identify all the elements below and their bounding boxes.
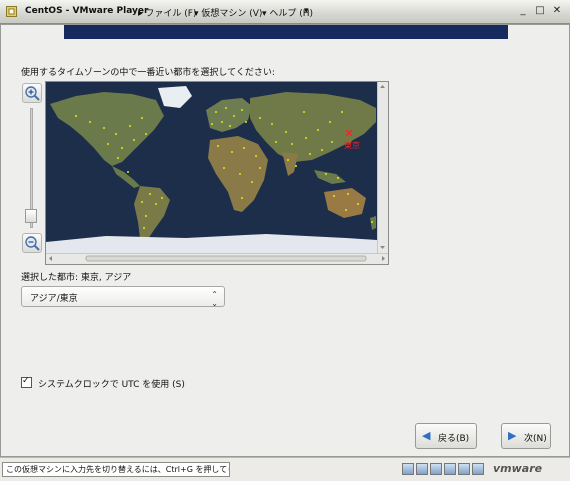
selected-city-label: 選択した都市: 東京, アジア bbox=[21, 273, 132, 283]
maximize-icon[interactable]: □ bbox=[532, 4, 548, 18]
zoom-out-button[interactable] bbox=[22, 233, 42, 253]
vmware-app-icon bbox=[6, 6, 17, 17]
next-button[interactable]: ▶ 次(N) bbox=[501, 423, 551, 449]
zoom-out-icon bbox=[25, 236, 40, 251]
timezone-dropdown[interactable]: アジア/東京 ⌃ ⌄ bbox=[21, 286, 225, 308]
guest-screen[interactable]: 使用するタイムゾーンの中で一番近い都市を選択してください: 東京 選択した都市:… bbox=[0, 24, 570, 457]
timezone-prompt: 使用するタイムゾーンの中で一番近い都市を選択してください: bbox=[21, 68, 275, 78]
network-icon[interactable] bbox=[444, 463, 456, 475]
map-horizontal-scrollbar[interactable] bbox=[46, 253, 388, 264]
timezone-value: アジア/東京 bbox=[30, 294, 78, 304]
arrow-right-icon: ▶ bbox=[508, 429, 517, 442]
map-marker-label: 東京 bbox=[344, 140, 360, 150]
status-message: この仮想マシンに入力先を切り替えるには、Ctrl+G を押してください。 bbox=[2, 462, 230, 477]
zoom-controls bbox=[21, 83, 45, 253]
timezone-map[interactable]: 東京 bbox=[45, 81, 389, 265]
scroll-arrows-icon bbox=[380, 85, 385, 249]
world-map-image[interactable]: 東京 bbox=[46, 82, 377, 253]
menu-file[interactable]: ▸ ファイル (F) bbox=[138, 6, 196, 19]
hard-disk-icon[interactable] bbox=[402, 463, 414, 475]
zoom-in-button[interactable] bbox=[22, 83, 42, 103]
minimize-icon[interactable]: _ bbox=[515, 4, 531, 18]
utc-checkbox-label: システムクロックで UTC を使用 (S) bbox=[38, 380, 185, 390]
utc-checkbox-row[interactable]: ✓ システムクロックで UTC を使用 (S) bbox=[21, 376, 185, 390]
usb-icon[interactable] bbox=[458, 463, 470, 475]
arrow-left-icon: ◀ bbox=[422, 429, 431, 442]
combo-arrows-icon: ⌃ ⌄ bbox=[211, 290, 218, 308]
sound-icon[interactable] bbox=[472, 463, 484, 475]
chevron-down-icon[interactable]: ▾ bbox=[304, 6, 309, 16]
utc-checkbox[interactable]: ✓ bbox=[21, 376, 32, 388]
scroll-thumb-icon bbox=[49, 255, 385, 262]
zoom-slider-thumb[interactable] bbox=[25, 209, 37, 223]
installer-header-band bbox=[64, 25, 508, 39]
menu-vm[interactable]: ▾ 仮想マシン (V) bbox=[194, 6, 262, 19]
title-bar: CentOS - VMware Player ▸ ファイル (F) ▾ 仮想マシ… bbox=[0, 0, 570, 24]
status-bar: この仮想マシンに入力先を切り替えるには、Ctrl+G を押してください。 vmw… bbox=[0, 457, 570, 481]
close-icon[interactable]: ✕ bbox=[549, 4, 565, 18]
zoom-in-icon bbox=[25, 86, 40, 101]
floppy-icon[interactable] bbox=[430, 463, 442, 475]
map-vertical-scrollbar[interactable] bbox=[377, 82, 388, 253]
vmware-logo: vmware bbox=[493, 462, 543, 475]
back-button[interactable]: ◀ 戻る(B) bbox=[415, 423, 477, 449]
cd-drive-icon[interactable] bbox=[416, 463, 428, 475]
window-title: CentOS - VMware Player bbox=[25, 6, 149, 16]
